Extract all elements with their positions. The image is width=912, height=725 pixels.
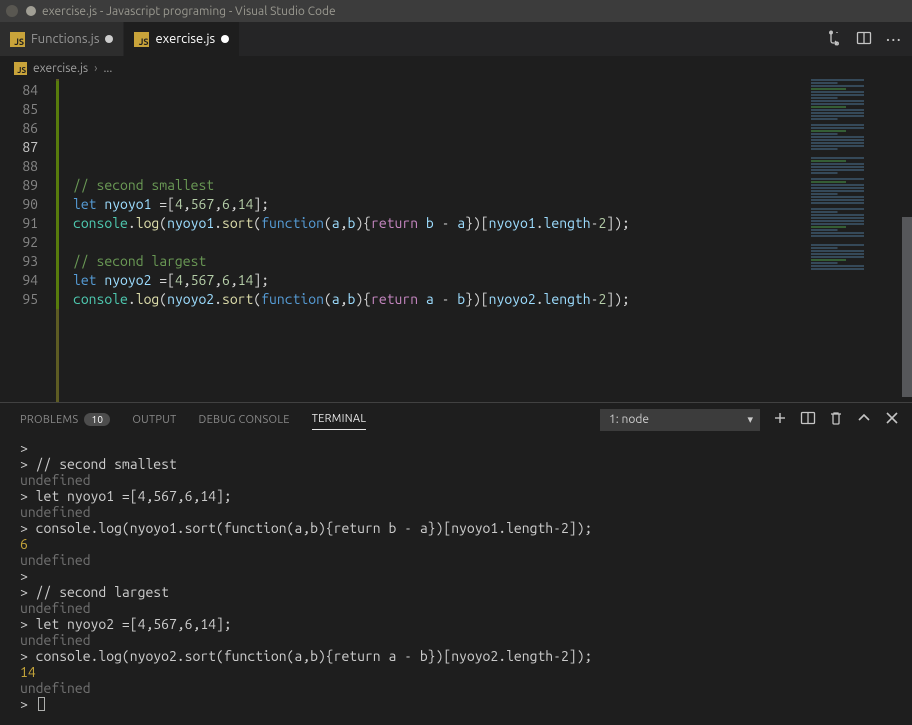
terminal-line: > console.log(nyoyo1.sort(function(a,b){… [20, 520, 892, 536]
split-terminal-icon[interactable] [800, 410, 816, 429]
editor-scrollbar[interactable] [902, 79, 912, 402]
bottom-panel: PROBLEMS 10 OUTPUT DEBUG CONSOLE TERMINA… [0, 402, 912, 725]
window-titlebar: exercise.js - Javascript programing - Vi… [0, 0, 912, 22]
terminal-line: > let nyoyo1 =[4,567,6,14]; [20, 488, 892, 504]
panel-tab-label: TERMINAL [312, 413, 367, 425]
line-number: 86 [0, 119, 56, 138]
tab-label: exercise.js [155, 32, 215, 46]
panel-tab-debug-console[interactable]: DEBUG CONSOLE [199, 414, 290, 426]
terminal-line: > // second largest [20, 584, 892, 600]
terminal-line: > console.log(nyoyo2.sort(function(a,b){… [20, 648, 892, 664]
close-panel-icon[interactable] [884, 410, 900, 429]
window-modified-dot-icon [26, 6, 36, 16]
line-number: 87 [0, 138, 56, 157]
code-line[interactable]: console.log(nyoyo2.sort(function(a,b){re… [56, 290, 912, 309]
code-content[interactable]: // second smallestlet nyoyo1 =[4,567,6,1… [56, 79, 912, 402]
panel-actions: 1: node [600, 409, 900, 431]
split-editor-icon[interactable] [856, 30, 872, 49]
window-title: exercise.js - Javascript programing - Vi… [42, 5, 336, 18]
breadcrumb[interactable]: JS exercise.js › ... [0, 57, 912, 79]
tab-actions: ··· [826, 22, 912, 56]
terminal-prompt[interactable]: > [20, 696, 892, 712]
tab-exercise-js[interactable]: JS exercise.js [124, 22, 240, 56]
code-line[interactable] [56, 100, 912, 119]
panel-tab-label: DEBUG CONSOLE [199, 414, 290, 426]
minimap[interactable] [809, 79, 901, 402]
terminal-line: undefined [20, 600, 892, 616]
code-editor[interactable]: 848586878889909192939495 // second small… [0, 79, 912, 402]
terminal-line: > // second smallest [20, 456, 892, 472]
code-line[interactable] [56, 81, 912, 100]
code-line[interactable] [56, 233, 912, 252]
code-line[interactable]: let nyoyo2 =[4,567,6,14]; [56, 271, 912, 290]
breadcrumb-file: exercise.js [33, 62, 88, 75]
line-number: 88 [0, 157, 56, 176]
line-number-gutter: 848586878889909192939495 [0, 79, 56, 402]
tab-label: Functions.js [31, 32, 99, 46]
js-file-icon: JS [10, 32, 25, 47]
terminal-line: undefined [20, 504, 892, 520]
panel-tab-label: OUTPUT [132, 414, 176, 426]
terminal-line: > let nyoyo2 =[4,567,6,14]; [20, 616, 892, 632]
code-line[interactable]: console.log(nyoyo1.sort(function(a,b){re… [56, 214, 912, 233]
panel-tab-label: PROBLEMS [20, 414, 78, 426]
kill-terminal-icon[interactable] [828, 410, 844, 429]
line-number: 95 [0, 290, 56, 309]
line-number: 89 [0, 176, 56, 195]
code-line[interactable] [56, 157, 912, 176]
maximize-panel-icon[interactable] [856, 410, 872, 429]
terminal-cursor [38, 697, 45, 711]
code-line[interactable] [56, 119, 912, 138]
code-line[interactable]: let nyoyo1 =[4,567,6,14]; [56, 195, 912, 214]
window-close-icon[interactable] [6, 5, 18, 17]
terminal-line: undefined [20, 680, 892, 696]
chevron-right-icon: › [94, 62, 97, 75]
terminal-line: > [20, 568, 892, 584]
compare-changes-icon[interactable] [826, 30, 842, 49]
panel-tab-problems[interactable]: PROBLEMS 10 [20, 413, 110, 426]
line-number: 91 [0, 214, 56, 233]
line-number: 92 [0, 233, 56, 252]
new-terminal-icon[interactable] [772, 410, 788, 429]
line-number: 90 [0, 195, 56, 214]
breadcrumb-more: ... [103, 62, 112, 75]
code-line[interactable]: // second smallest [56, 176, 912, 195]
js-file-icon: JS [14, 62, 27, 75]
terminal-line: > [20, 440, 892, 456]
terminal-selector-dropdown[interactable]: 1: node [600, 409, 760, 431]
editor-tabs: JS Functions.js JS exercise.js ··· [0, 22, 912, 57]
code-line[interactable]: // second largest [56, 252, 912, 271]
tab-functions-js[interactable]: JS Functions.js [0, 22, 124, 56]
modified-dot-icon [221, 35, 229, 43]
dropdown-value: 1: node [609, 413, 649, 426]
line-number: 84 [0, 81, 56, 100]
panel-tabs: PROBLEMS 10 OUTPUT DEBUG CONSOLE TERMINA… [0, 403, 912, 436]
modified-dot-icon [105, 35, 113, 43]
panel-tab-terminal[interactable]: TERMINAL [312, 413, 367, 430]
line-number: 94 [0, 271, 56, 290]
more-actions-icon[interactable]: ··· [886, 31, 902, 47]
js-file-icon: JS [134, 32, 149, 47]
terminal-line: undefined [20, 472, 892, 488]
line-number: 93 [0, 252, 56, 271]
line-number: 85 [0, 100, 56, 119]
terminal-line: 6 [20, 536, 892, 552]
terminal-line: undefined [20, 632, 892, 648]
panel-tab-output[interactable]: OUTPUT [132, 414, 176, 426]
scrollbar-thumb[interactable] [902, 217, 912, 397]
problems-count-badge: 10 [84, 413, 110, 426]
terminal-line: 14 [20, 664, 892, 680]
terminal-line: undefined [20, 552, 892, 568]
code-line[interactable] [56, 138, 912, 157]
terminal-output[interactable]: > > // second smallestundefined> let nyo… [0, 436, 912, 725]
